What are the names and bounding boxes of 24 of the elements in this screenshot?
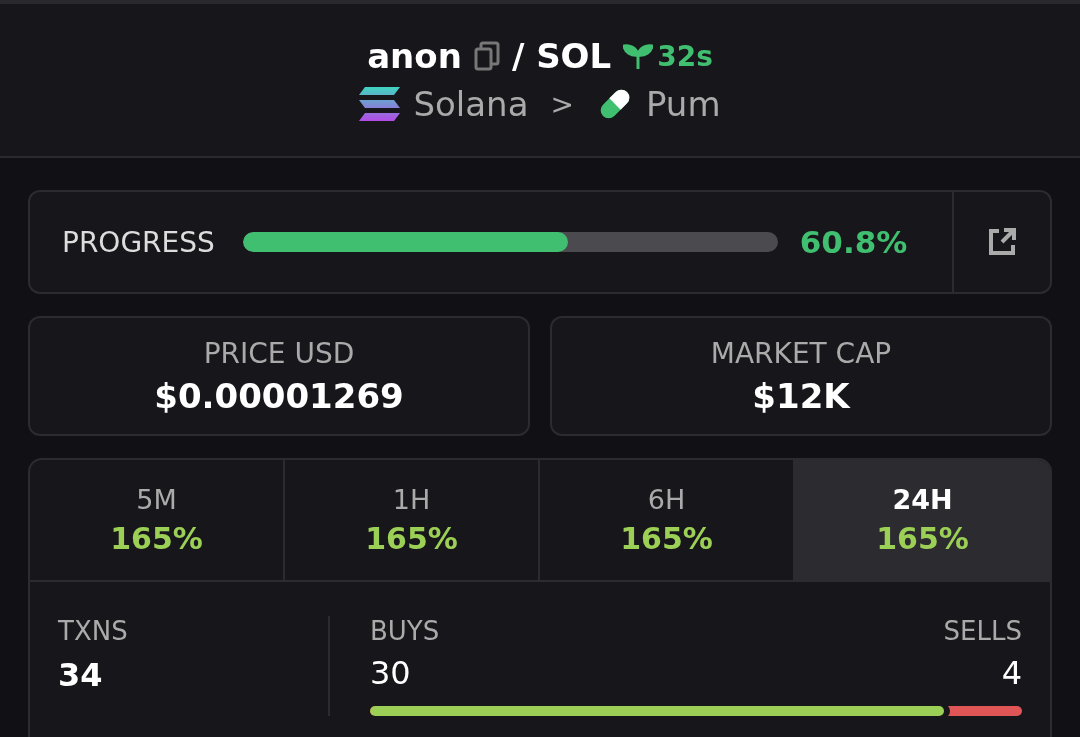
txns-value: 34	[58, 656, 104, 694]
sprout-icon	[623, 43, 654, 69]
stat-value: $12K	[752, 375, 850, 416]
chain-link[interactable]: Solana	[413, 84, 529, 124]
token-name: anon	[367, 36, 462, 76]
age-label: 32s	[657, 39, 713, 73]
stat-label: MARKET CAP	[710, 336, 892, 370]
stat-label: PRICE USD	[203, 336, 355, 370]
pair-name: / SOL	[511, 36, 612, 76]
breadcrumb-separator: >	[550, 87, 574, 121]
period-tab[interactable]: 24H 165%	[795, 460, 1050, 580]
period-tab[interactable]: 5M 165%	[30, 460, 285, 580]
progress-label: PROGRESS	[62, 225, 215, 259]
txns-label: TXNS	[58, 616, 129, 646]
progress-value: 60.8%	[799, 224, 909, 260]
platform-link[interactable]: Pum	[645, 84, 721, 124]
period-tab[interactable]: 1H 165%	[285, 460, 540, 580]
buys-label: BUYS	[370, 616, 440, 646]
copy-icon[interactable]	[473, 41, 500, 71]
sells-value: 4	[1001, 654, 1022, 692]
stat-value: $0.00001269	[154, 375, 404, 416]
buys-value: 30	[370, 654, 411, 692]
solana-logo-icon	[359, 86, 402, 122]
sells-label: SELLS	[943, 616, 1022, 646]
